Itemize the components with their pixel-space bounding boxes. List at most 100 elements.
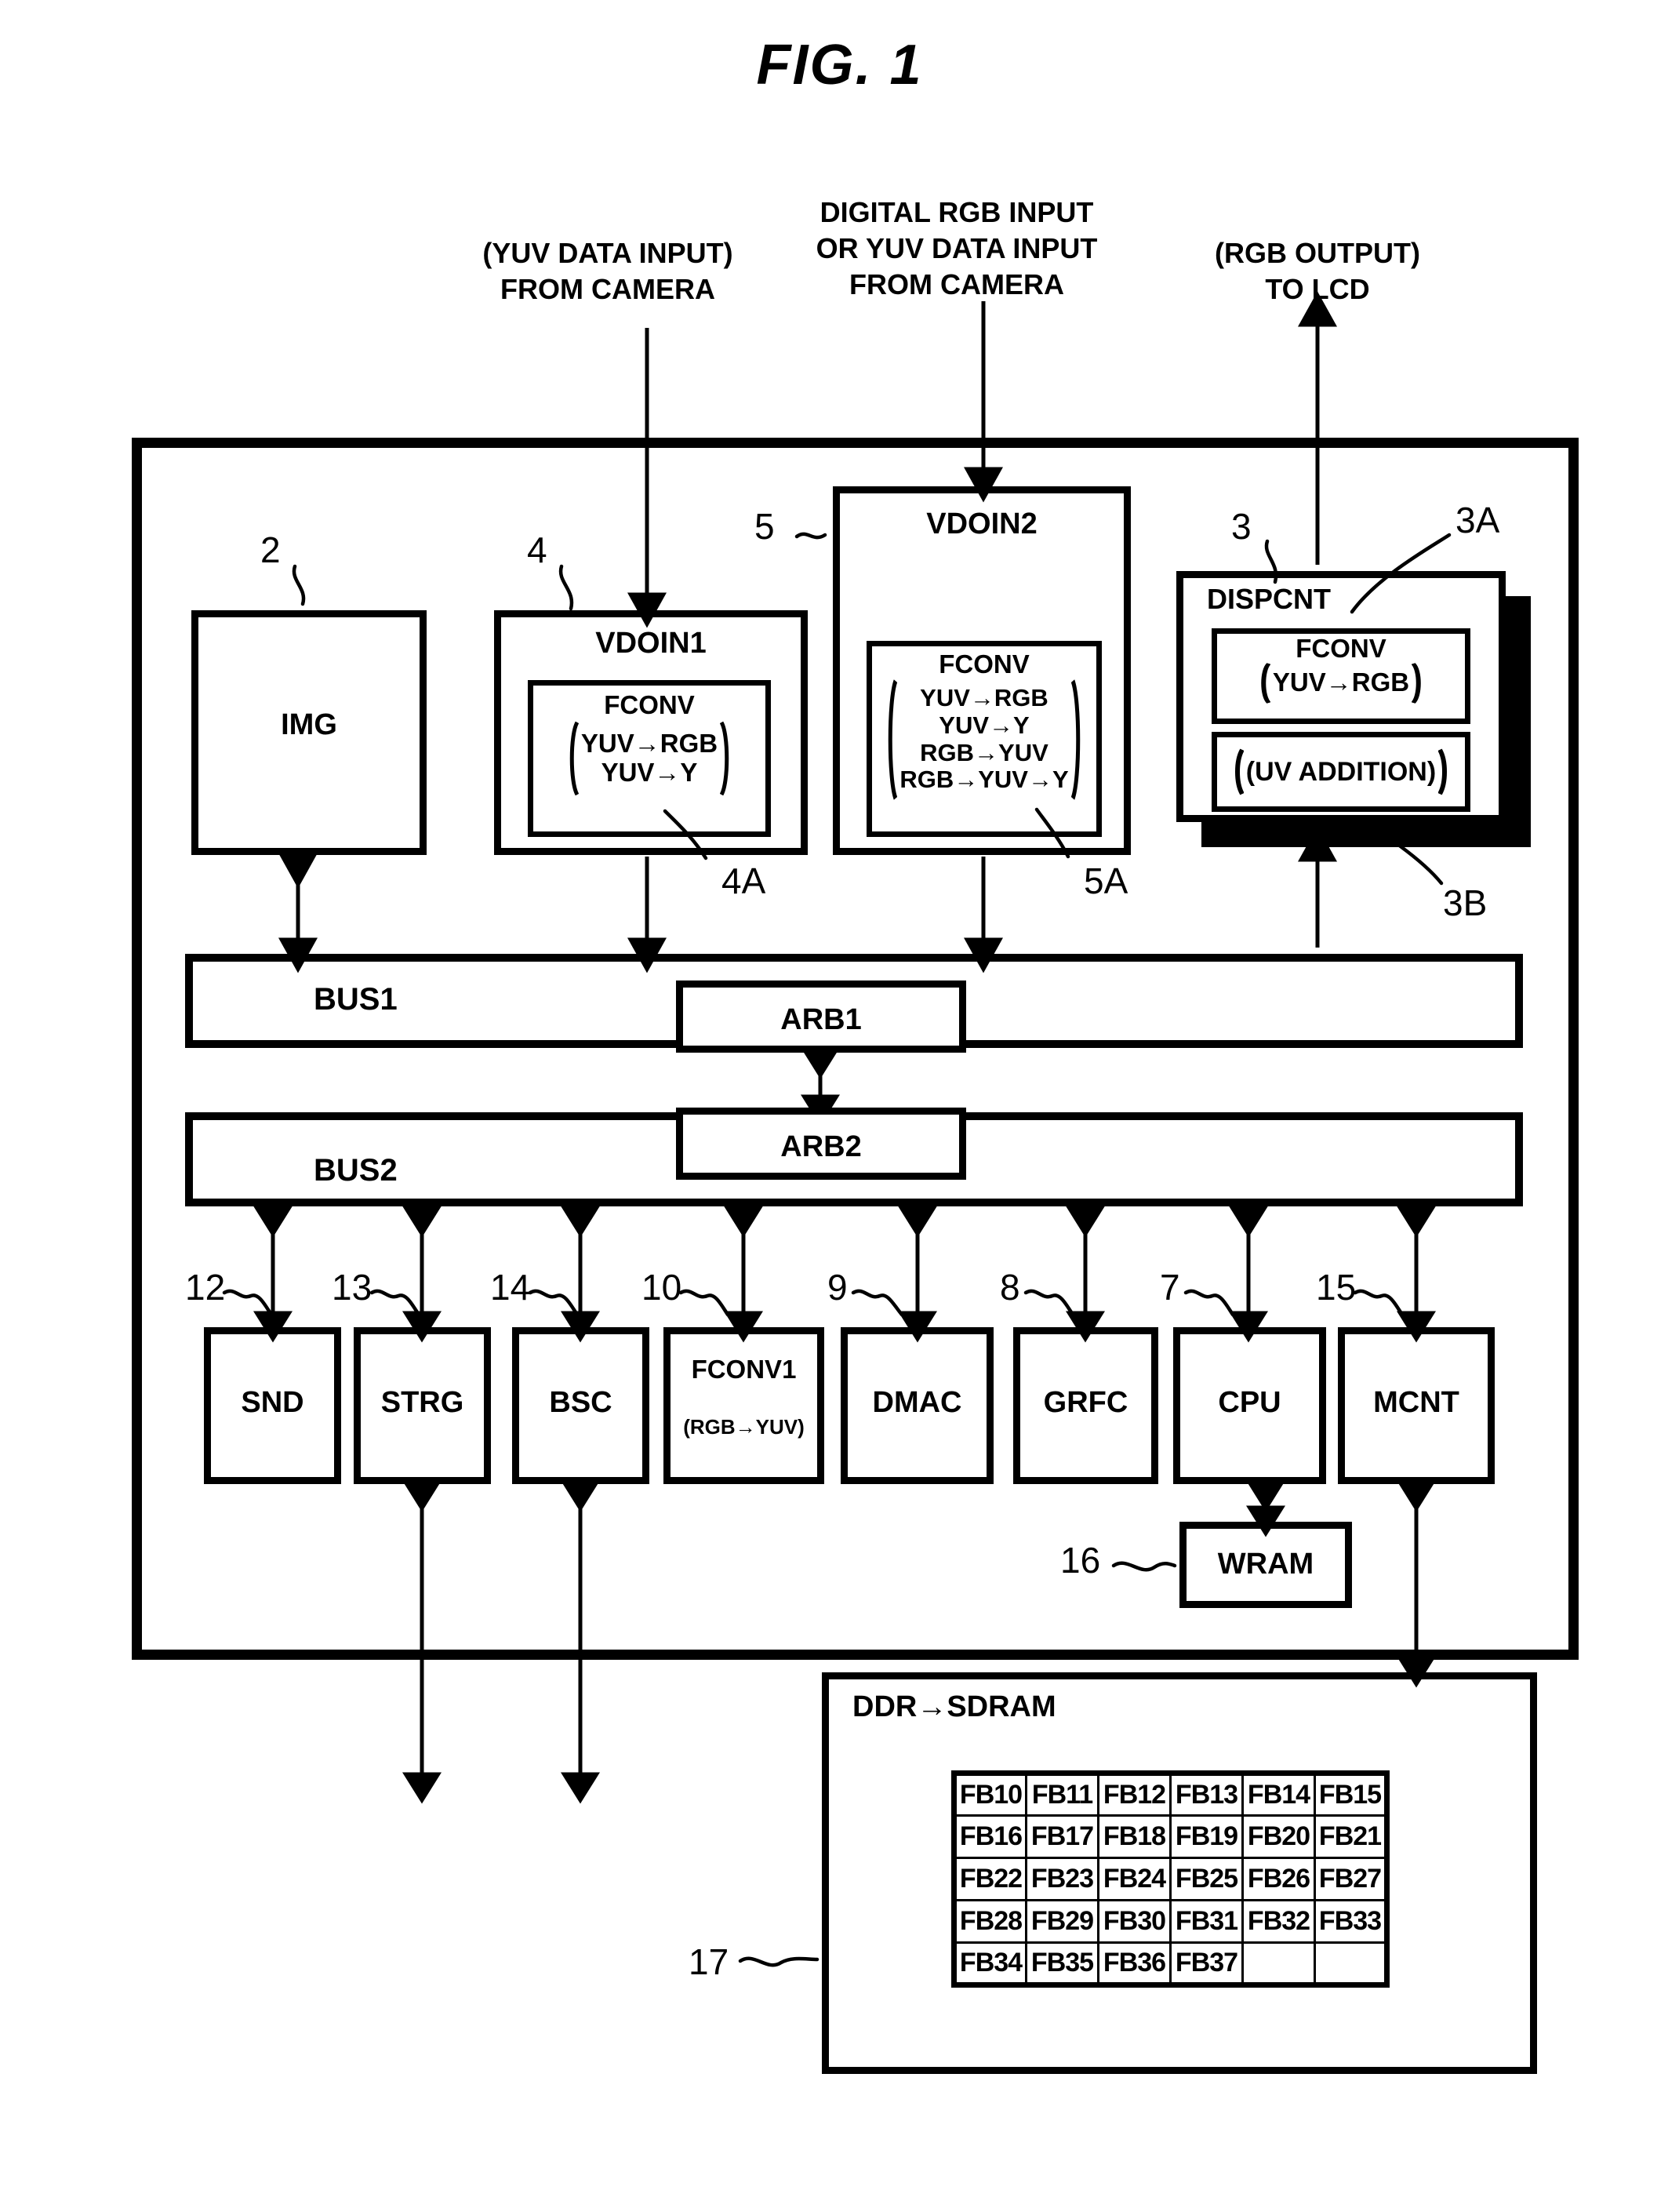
ref-4: 4 [527,529,547,570]
block-bsc-label: BSC [549,1386,612,1419]
frame-buffer-cell: FB14 [1241,1772,1316,1817]
left-paren-icon [566,721,579,796]
block-dispcnt-fconv[interactable]: FCONV YUV→RGB [1212,628,1470,724]
right-paren-icon [1070,679,1084,801]
ref-5A: 5A [1084,860,1128,901]
block-img-label: IMG [281,708,337,741]
frame-buffer-cell: FB13 [1169,1772,1244,1817]
arbiter-1-label: ARB1 [780,1003,862,1036]
block-dispcnt-label: DISPCNT [1207,583,1332,615]
block-vdoin1-fconv[interactable]: FCONV YUV→RGB YUV→Y [528,680,771,837]
ref-2: 2 [260,529,281,570]
block-dmac[interactable]: DMAC [841,1327,994,1484]
frame-buffer-cell: FB25 [1169,1857,1244,1901]
frame-buffer-cell-empty [1314,1941,1388,1986]
ref-3A: 3A [1455,500,1500,540]
table-row: FB10 FB11 FB12 FB13 FB14 FB15 [953,1772,1388,1817]
block-vdoin2-fconv[interactable]: FCONV YUV→RGB YUV→Y RGB→YUV RGB→YUV→Y [867,641,1102,837]
table-row: FB34 FB35 FB36 FB37 [953,1941,1388,1986]
right-paren-icon [1438,737,1451,806]
frame-buffer-cell: FB32 [1241,1899,1316,1944]
vdoin2-conversion-list: YUV→RGB YUV→Y RGB→YUV RGB→YUV→Y [899,684,1069,794]
frame-buffer-cell: FB37 [1169,1941,1244,1986]
ref-3B: 3B [1443,882,1488,923]
frame-buffer-cell: FB24 [1097,1857,1172,1901]
vdoin1-conversion-list: YUV→RGB YUV→Y [580,728,718,787]
ddr-sdram-title: DDR→SDRAM [852,1690,1056,1723]
caption-digital-rgb-or-yuv-input-from-camera: DIGITAL RGB INPUT OR YUV DATA INPUT FROM… [816,196,1098,301]
frame-buffer-cell: FB30 [1097,1899,1172,1944]
frame-buffer-cell: FB18 [1097,1814,1172,1859]
frame-buffer-cell: FB11 [1025,1772,1099,1817]
ref-9: 9 [827,1267,848,1308]
block-fconv1[interactable]: FCONV1 (RGB→YUV) [663,1327,824,1484]
arbiter-2[interactable]: ARB2 [676,1108,966,1180]
bus2-label: BUS2 [314,1153,398,1188]
frame-buffer-cell: FB26 [1241,1857,1316,1901]
block-mcnt[interactable]: MCNT [1338,1327,1495,1484]
frame-buffer-cell: FB16 [953,1814,1027,1859]
table-row: FB28 FB29 FB30 FB31 FB32 FB33 [953,1899,1388,1944]
frame-buffer-cell: FB27 [1314,1857,1388,1901]
block-ddr-sdram[interactable]: DDR→SDRAM FB10 FB11 FB12 FB13 FB14 FB15 FB16 FB… [822,1672,1537,2074]
left-paren-icon [885,679,898,801]
block-wram[interactable]: WRAM [1179,1522,1352,1608]
frame-buffer-cell: FB33 [1314,1899,1388,1944]
block-vdoin2[interactable]: VDOIN2 FCONV YUV→RGB YUV→Y RGB→YUV RGB→Y… [833,486,1131,855]
ref-15: 15 [1316,1267,1357,1308]
block-img[interactable]: IMG [191,610,427,855]
block-cpu-label: CPU [1218,1386,1281,1419]
ref-5: 5 [754,506,775,547]
figure-title: FIG. 1 [756,34,923,96]
figure-canvas: FIG. 1 (YUV DATA INPUT) FROM CAMERA DIGI… [0,0,1679,2212]
uv-addition-wrap: (UV ADDITION) [1217,737,1465,806]
table-row: FB22 FB23 FB24 FB25 FB26 FB27 [953,1857,1388,1901]
arbiter-2-label: ARB2 [780,1130,862,1163]
ref-10: 10 [641,1267,682,1308]
arbiter-1[interactable]: ARB1 [676,980,966,1053]
caption-rgb-output-to-lcd: (RGB OUTPUT) TO LCD [1215,237,1420,306]
frame-buffer-cell: FB12 [1097,1772,1172,1817]
frame-buffer-cell: FB17 [1025,1814,1099,1859]
frame-buffer-cell: FB21 [1314,1814,1388,1859]
ref-16: 16 [1060,1540,1101,1581]
caption-yuv-data-input-from-camera: (YUV DATA INPUT) FROM CAMERA [482,237,733,306]
block-vdoin2-fconv-conversions: YUV→RGB YUV→Y RGB→YUV RGB→YUV→Y [872,679,1096,801]
block-dmac-label: DMAC [872,1386,962,1419]
ref-7: 7 [1160,1267,1180,1308]
block-strg[interactable]: STRG [354,1327,491,1484]
dispcnt-conversion-list: YUV→RGB [1272,668,1410,697]
frame-buffer-cell: FB19 [1169,1814,1244,1859]
frame-buffer-cell: FB36 [1097,1941,1172,1986]
block-dispcnt-uv-addition[interactable]: (UV ADDITION) [1212,732,1470,812]
uv-addition-label: (UV ADDITION) [1245,756,1437,787]
ref-17: 17 [689,1941,729,1982]
block-vdoin2-fconv-label: FCONV [939,649,1030,679]
frame-buffer-cell: FB34 [953,1941,1027,1986]
ref-3: 3 [1231,506,1252,547]
block-mcnt-label: MCNT [1373,1386,1459,1419]
frame-buffer-cell: FB23 [1025,1857,1099,1901]
table-row: FB16 FB17 FB18 FB19 FB20 FB21 [953,1814,1388,1859]
frame-buffer-cell: FB31 [1169,1899,1244,1944]
block-bsc[interactable]: BSC [512,1327,649,1484]
block-snd[interactable]: SND [204,1327,341,1484]
frame-buffer-cell: FB29 [1025,1899,1099,1944]
block-fconv1-sublabel: (RGB→YUV) [683,1414,805,1439]
ref-4A: 4A [721,860,766,901]
block-cpu[interactable]: CPU [1173,1327,1326,1484]
frame-buffer-cell: FB10 [953,1772,1027,1817]
block-dispcnt-fconv-label: FCONV [1296,634,1386,663]
ref-13: 13 [332,1267,373,1308]
block-vdoin1[interactable]: VDOIN1 FCONV YUV→RGB YUV→Y [494,610,808,855]
block-grfc[interactable]: GRFC [1013,1327,1158,1484]
frame-buffer-cell: FB28 [953,1899,1027,1944]
block-grfc-label: GRFC [1043,1386,1128,1419]
block-dispcnt[interactable]: DISPCNT FCONV YUV→RGB (UV ADDITION) [1176,571,1506,822]
frame-buffer-cell: FB15 [1314,1772,1388,1817]
left-paren-icon [1231,737,1244,806]
block-dispcnt-fconv-conversions: YUV→RGB [1217,662,1465,704]
left-paren-icon [1258,662,1270,704]
block-vdoin1-label: VDOIN1 [595,627,707,660]
frame-buffer-cell: FB20 [1241,1814,1316,1859]
